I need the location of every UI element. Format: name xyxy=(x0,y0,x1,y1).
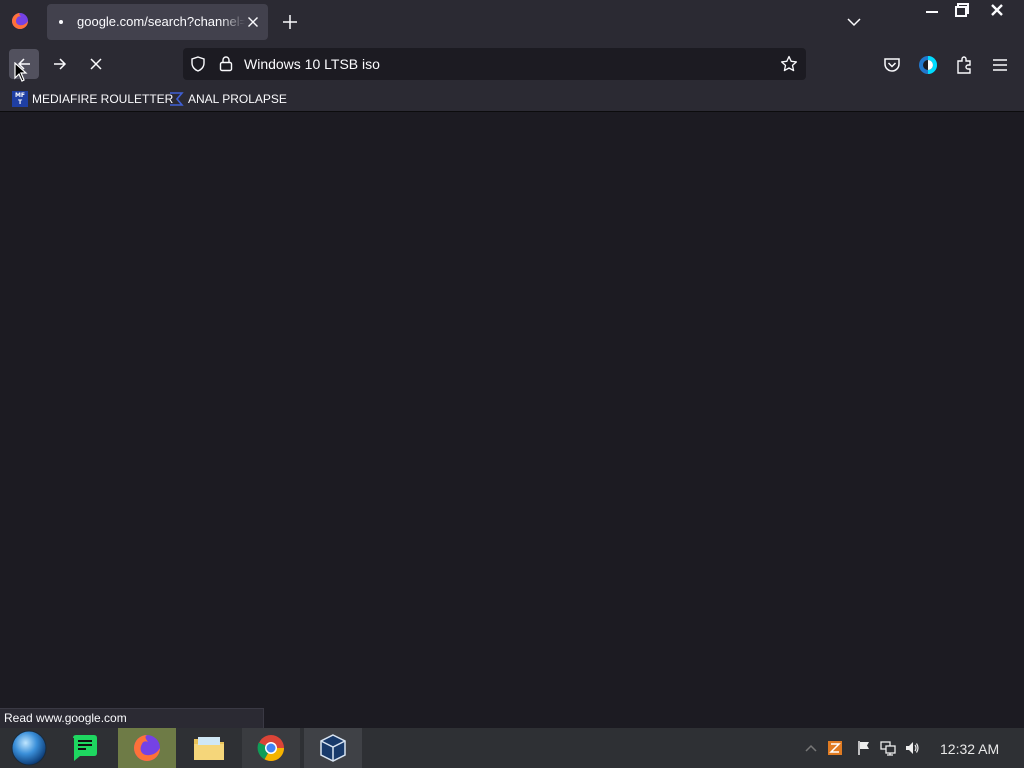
page-content-area[interactable] xyxy=(0,113,1024,728)
taskbar-file-explorer[interactable] xyxy=(180,728,238,768)
stop-x-icon xyxy=(90,58,102,70)
bookmark-label: MEDIAFIRE ROULETTER xyxy=(32,92,174,106)
mouse-pointer-icon xyxy=(14,62,28,82)
volume-speaker-icon[interactable] xyxy=(904,740,920,756)
hamburger-menu-icon[interactable] xyxy=(990,55,1010,75)
taskbar-firefox[interactable] xyxy=(118,728,176,768)
taskbar-virtualbox[interactable] xyxy=(304,728,362,768)
arrow-right-icon xyxy=(54,58,67,70)
windows-taskbar: 12:32 AM xyxy=(0,728,1024,768)
minimize-window-icon[interactable] xyxy=(921,2,943,20)
navigation-toolbar: Windows 10 LTSB iso xyxy=(0,44,1024,86)
chrome-icon xyxy=(257,735,285,762)
start-button[interactable] xyxy=(0,728,58,768)
show-hidden-icons-chevron-icon[interactable] xyxy=(803,740,819,756)
bookmark-label: ANAL PROLAPSE xyxy=(188,92,287,106)
url-input[interactable]: Windows 10 LTSB iso xyxy=(244,56,380,73)
taskbar-chrome[interactable] xyxy=(242,728,300,768)
tab-loading-icon xyxy=(59,20,63,24)
new-tab-plus-icon[interactable] xyxy=(280,12,300,32)
tracking-protection-shield-icon[interactable] xyxy=(190,56,206,72)
taskbar-notes-app[interactable] xyxy=(56,728,114,768)
close-tab-icon[interactable] xyxy=(245,14,261,30)
lock-icon[interactable] xyxy=(218,55,234,72)
folder-icon xyxy=(194,737,224,760)
bookmark-star-icon[interactable] xyxy=(780,55,798,73)
bookmark-mediafire-rouletter[interactable]: MF T MEDIAFIRE ROULETTER xyxy=(12,89,173,109)
firefox-icon xyxy=(134,735,160,761)
tab-title: google.com/search?channel=fs xyxy=(77,14,245,29)
virtualbox-cube-icon xyxy=(320,734,346,762)
taskbar-clock[interactable]: 12:32 AM xyxy=(940,741,999,757)
tray-app-icon[interactable] xyxy=(827,740,843,756)
green-notes-app-icon xyxy=(73,735,97,761)
close-window-icon[interactable] xyxy=(986,1,1008,21)
restore-window-icon[interactable] xyxy=(951,2,973,20)
dark-reader-extension-icon[interactable] xyxy=(918,55,938,75)
pocket-icon[interactable] xyxy=(882,55,902,75)
mediafire-favicon-icon: MF T xyxy=(12,91,28,107)
tab-google-search[interactable]: google.com/search?channel=fs xyxy=(47,4,268,40)
list-all-tabs-chevron-icon[interactable] xyxy=(845,13,863,31)
sigma-favicon-icon xyxy=(170,92,184,106)
network-icon[interactable] xyxy=(880,740,896,756)
url-bar[interactable]: Windows 10 LTSB iso xyxy=(183,48,806,80)
firefox-logo-icon xyxy=(12,13,28,29)
bookmarks-toolbar: MF T MEDIAFIRE ROULETTER ANAL PROLAPSE xyxy=(0,86,1024,112)
forward-button[interactable] xyxy=(45,49,75,79)
action-center-flag-icon[interactable] xyxy=(856,740,872,756)
start-orb-icon xyxy=(11,730,47,766)
status-panel: Read www.google.com xyxy=(0,708,264,728)
extensions-puzzle-icon[interactable] xyxy=(954,55,974,75)
stop-loading-button[interactable] xyxy=(81,49,111,79)
tab-strip: google.com/search?channel=fs xyxy=(0,0,1024,44)
bookmark-anal-prolapse[interactable]: ANAL PROLAPSE xyxy=(168,89,287,109)
firefox-window: google.com/search?channel=fs Windows 10 … xyxy=(0,0,1024,768)
